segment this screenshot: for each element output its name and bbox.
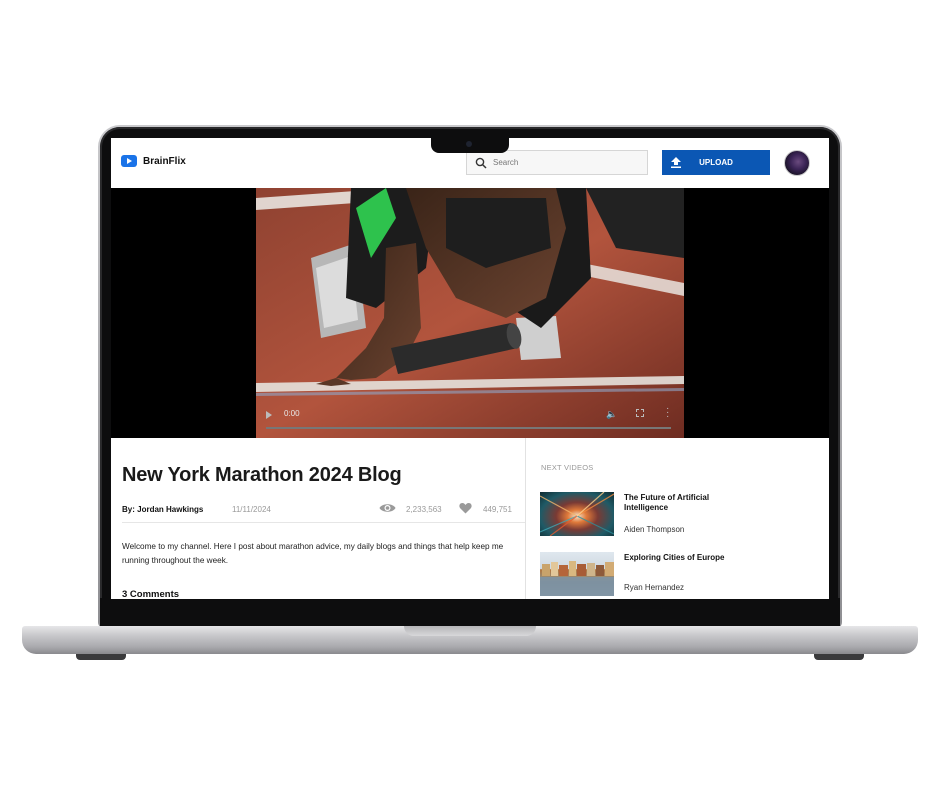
video-thumbnail[interactable] <box>540 552 614 596</box>
brand-name: BrainFlix <box>143 155 186 167</box>
upload-icon <box>671 157 681 168</box>
play-icon[interactable] <box>266 411 272 419</box>
video-progress-bar[interactable] <box>266 427 671 429</box>
laptop-mockup: BrainFlix UPLOAD <box>0 0 940 788</box>
fullscreen-icon[interactable] <box>636 409 644 417</box>
camera-icon <box>466 141 472 147</box>
heart-icon[interactable] <box>459 502 472 514</box>
thumbnail-image <box>540 561 614 596</box>
laptop-opening-notch <box>404 626 536 636</box>
next-video-title: The Future of Artificial Intelligence <box>624 493 710 512</box>
next-video-item[interactable]: Exploring Cities of Europe Ryan Hernande… <box>540 552 810 598</box>
brand-logo[interactable]: BrainFlix <box>121 155 186 167</box>
screen: BrainFlix UPLOAD <box>111 138 829 599</box>
video-player[interactable]: 0:00 🔈 · · · <box>111 188 829 438</box>
video-author: By: Jordan Hawkings <box>122 505 204 514</box>
next-videos-heading: NEXT VIDEOS <box>541 463 594 472</box>
video-thumbnail[interactable] <box>540 492 614 536</box>
avatar[interactable] <box>784 150 810 176</box>
like-count: 449,751 <box>483 505 512 514</box>
search-box[interactable] <box>466 150 648 175</box>
upload-button[interactable]: UPLOAD <box>662 150 770 175</box>
video-time: 0:00 <box>284 409 300 418</box>
next-video-author: Ryan Hernandez <box>624 583 685 592</box>
video-details: New York Marathon 2024 Blog By: Jordan H… <box>111 438 525 599</box>
details-divider <box>122 522 525 523</box>
video-description: Welcome to my channel. Here I post about… <box>122 542 504 565</box>
search-input[interactable] <box>493 158 643 167</box>
more-options-icon[interactable]: · · · <box>666 404 669 422</box>
laptop-foot <box>814 654 864 660</box>
next-video-item[interactable]: The Future of Artificial Intelligence Ai… <box>540 492 810 538</box>
comments-heading: 3 Comments <box>122 589 180 599</box>
laptop-hinge <box>100 598 840 626</box>
next-video-author: Aiden Thompson <box>624 525 685 534</box>
search-icon <box>475 157 487 169</box>
video-date: 11/11/2024 <box>232 505 271 514</box>
next-video-title: Exploring Cities of Europe <box>624 553 725 562</box>
thumbnail-image <box>540 492 614 536</box>
next-videos: NEXT VIDEOS The Future of Artificial Int… <box>526 438 829 599</box>
laptop-foot <box>76 654 126 660</box>
view-count: 2,233,563 <box>406 505 442 514</box>
eye-icon <box>379 504 396 512</box>
video-controls: 0:00 🔈 · · · <box>256 400 684 438</box>
play-icon <box>121 155 137 167</box>
volume-icon[interactable]: 🔈 <box>606 409 617 420</box>
video-title: New York Marathon 2024 Blog <box>122 464 402 486</box>
